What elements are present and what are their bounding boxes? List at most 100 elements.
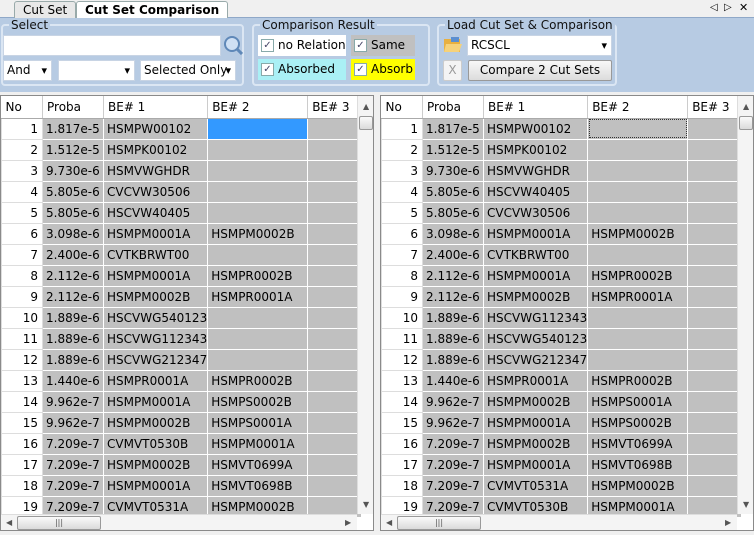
table-cell[interactable]: 5.805e-6: [422, 201, 484, 224]
table-cell[interactable]: [207, 201, 309, 224]
scroll-up-icon[interactable]: ▲: [363, 102, 369, 111]
table-cell[interactable]: CVTKBRWT00: [102, 243, 209, 266]
absorb-checkbox[interactable]: ✓ Absorb: [351, 59, 415, 80]
column-header[interactable]: BE# 3: [307, 96, 363, 119]
table-cell[interactable]: 9.962e-7: [42, 411, 104, 434]
table-cell[interactable]: HSMVWGHDR: [482, 159, 589, 182]
table-cell[interactable]: [307, 369, 363, 392]
table-cell[interactable]: HSCVWG212347: [102, 348, 209, 371]
table-row[interactable]: 10 1.889e-6 HSCVWG112343: [381, 306, 743, 329]
table-row[interactable]: 13 1.440e-6 HSMPR0001A HSMPR0002B: [381, 369, 743, 392]
table-cell[interactable]: HSMPW00102: [482, 117, 589, 140]
table-cell[interactable]: HSMPS0002B: [587, 411, 689, 434]
table-cell[interactable]: 2.400e-6: [422, 243, 484, 266]
table-cell[interactable]: 1.512e-5: [42, 138, 104, 161]
table-cell[interactable]: 9: [381, 285, 423, 308]
scroll-thumb[interactable]: [739, 116, 753, 130]
table-cell[interactable]: 10: [381, 306, 423, 329]
table-cell[interactable]: 4: [381, 180, 423, 203]
table-row[interactable]: 4 5.805e-6 CVCVW30506: [1, 180, 363, 203]
table-row[interactable]: 17 7.209e-7 HSMPM0001A HSMVT0698B: [381, 453, 743, 476]
table-cell[interactable]: CVCVW30506: [102, 180, 209, 203]
table-cell[interactable]: HSMPR0001A: [102, 369, 209, 392]
table-cell[interactable]: 2: [1, 138, 43, 161]
table-cell[interactable]: 7.209e-7: [422, 432, 484, 455]
table-cell[interactable]: 9: [1, 285, 43, 308]
table-cell[interactable]: 7.209e-7: [42, 453, 104, 476]
table-cell[interactable]: HSMVT0698B: [587, 453, 689, 476]
scroll-thumb[interactable]: |||: [397, 516, 481, 530]
field-dropdown[interactable]: [58, 60, 135, 81]
table-cell[interactable]: [687, 264, 743, 287]
table-cell[interactable]: [307, 117, 363, 140]
table-cell[interactable]: 1.817e-5: [42, 117, 104, 140]
table-cell[interactable]: HSMPM0002B: [102, 411, 209, 434]
table-cell[interactable]: [587, 327, 689, 350]
table-cell[interactable]: 16: [1, 432, 43, 455]
table-cell[interactable]: HSMPM0002B: [102, 453, 209, 476]
table-cell[interactable]: 11: [381, 327, 423, 350]
table-cell[interactable]: 3: [1, 159, 43, 182]
table-row[interactable]: 2 1.512e-5 HSMPK00102: [381, 138, 743, 161]
table-row[interactable]: 14 9.962e-7 HSMPM0002B HSMPS0001A: [381, 390, 743, 413]
horizontal-scrollbar[interactable]: ◀ ||| ▶: [381, 514, 737, 530]
table-cell[interactable]: 17: [381, 453, 423, 476]
table-cell[interactable]: HSMPM0001A: [482, 453, 589, 476]
column-header[interactable]: BE# 2: [207, 96, 309, 119]
table-cell[interactable]: 2.112e-6: [42, 285, 104, 308]
table-cell[interactable]: [687, 180, 743, 203]
table-cell[interactable]: HSMVT0698B: [207, 474, 309, 497]
table-cell[interactable]: 11: [1, 327, 43, 350]
table-cell[interactable]: 9.962e-7: [422, 390, 484, 413]
table-cell[interactable]: CVMVT0531A: [482, 474, 589, 497]
table-row[interactable]: 17 7.209e-7 HSMPM0002B HSMVT0699A: [1, 453, 363, 476]
table-row[interactable]: 2 1.512e-5 HSMPK00102: [1, 138, 363, 161]
table-row[interactable]: 9 2.112e-6 HSMPM0002B HSMPR0001A: [381, 285, 743, 308]
table-cell[interactable]: CVMVT0530B: [102, 432, 209, 455]
table-cell[interactable]: [587, 306, 689, 329]
table-cell[interactable]: [307, 201, 363, 224]
table-cell[interactable]: HSCVWG212347: [482, 348, 589, 371]
table-cell[interactable]: 7.209e-7: [422, 453, 484, 476]
table-cell[interactable]: [307, 264, 363, 287]
table-row[interactable]: 13 1.440e-6 HSMPR0001A HSMPR0002B: [1, 369, 363, 392]
table-row[interactable]: 5 5.805e-6 HSCVW40405: [1, 201, 363, 224]
table-cell[interactable]: [307, 432, 363, 455]
table-cell[interactable]: 7: [381, 243, 423, 266]
table-cell[interactable]: HSMPR0001A: [587, 285, 689, 308]
table-cell[interactable]: [307, 138, 363, 161]
table-cell[interactable]: 2.112e-6: [42, 264, 104, 287]
table-cell[interactable]: HSMPR0002B: [587, 369, 689, 392]
table-cell[interactable]: 14: [1, 390, 43, 413]
table-cell[interactable]: [687, 159, 743, 182]
scroll-thumb[interactable]: [359, 116, 373, 130]
table-cell[interactable]: 1.889e-6: [422, 348, 484, 371]
table-cell[interactable]: HSMPM0002B: [482, 390, 589, 413]
scroll-right-icon[interactable]: ▶: [725, 518, 731, 527]
column-header[interactable]: BE# 2: [587, 96, 689, 119]
table-cell[interactable]: HSMPR0002B: [207, 369, 309, 392]
table-cell[interactable]: 10: [1, 306, 43, 329]
table-cell[interactable]: 1.512e-5: [422, 138, 484, 161]
table-cell[interactable]: 3.098e-6: [422, 222, 484, 245]
table-cell[interactable]: 6: [381, 222, 423, 245]
table-cell[interactable]: [207, 138, 309, 161]
table-cell[interactable]: HSMPM0001A: [102, 390, 209, 413]
table-row[interactable]: 9 2.112e-6 HSMPM0002B HSMPR0001A: [1, 285, 363, 308]
table-cell[interactable]: 4: [1, 180, 43, 203]
table-row[interactable]: 7 2.400e-6 CVTKBRWT00: [381, 243, 743, 266]
table-cell[interactable]: [687, 117, 743, 140]
table-cell[interactable]: 2.112e-6: [422, 264, 484, 287]
table-cell[interactable]: [587, 348, 689, 371]
table-cell[interactable]: HSMPW00102: [102, 117, 209, 140]
table-cell[interactable]: 1.440e-6: [422, 369, 484, 392]
table-cell[interactable]: [687, 453, 743, 476]
table-cell[interactable]: 7: [1, 243, 43, 266]
table-cell[interactable]: HSCVWG540123: [482, 327, 589, 350]
table-cell[interactable]: HSMVT0699A: [587, 432, 689, 455]
table-cell[interactable]: HSMVT0699A: [207, 453, 309, 476]
table-cell[interactable]: 1.889e-6: [422, 327, 484, 350]
table-cell[interactable]: 9.730e-6: [42, 159, 104, 182]
table-row[interactable]: 11 1.889e-6 HSCVWG112343: [1, 327, 363, 350]
table-cell[interactable]: HSCVW40405: [102, 201, 209, 224]
